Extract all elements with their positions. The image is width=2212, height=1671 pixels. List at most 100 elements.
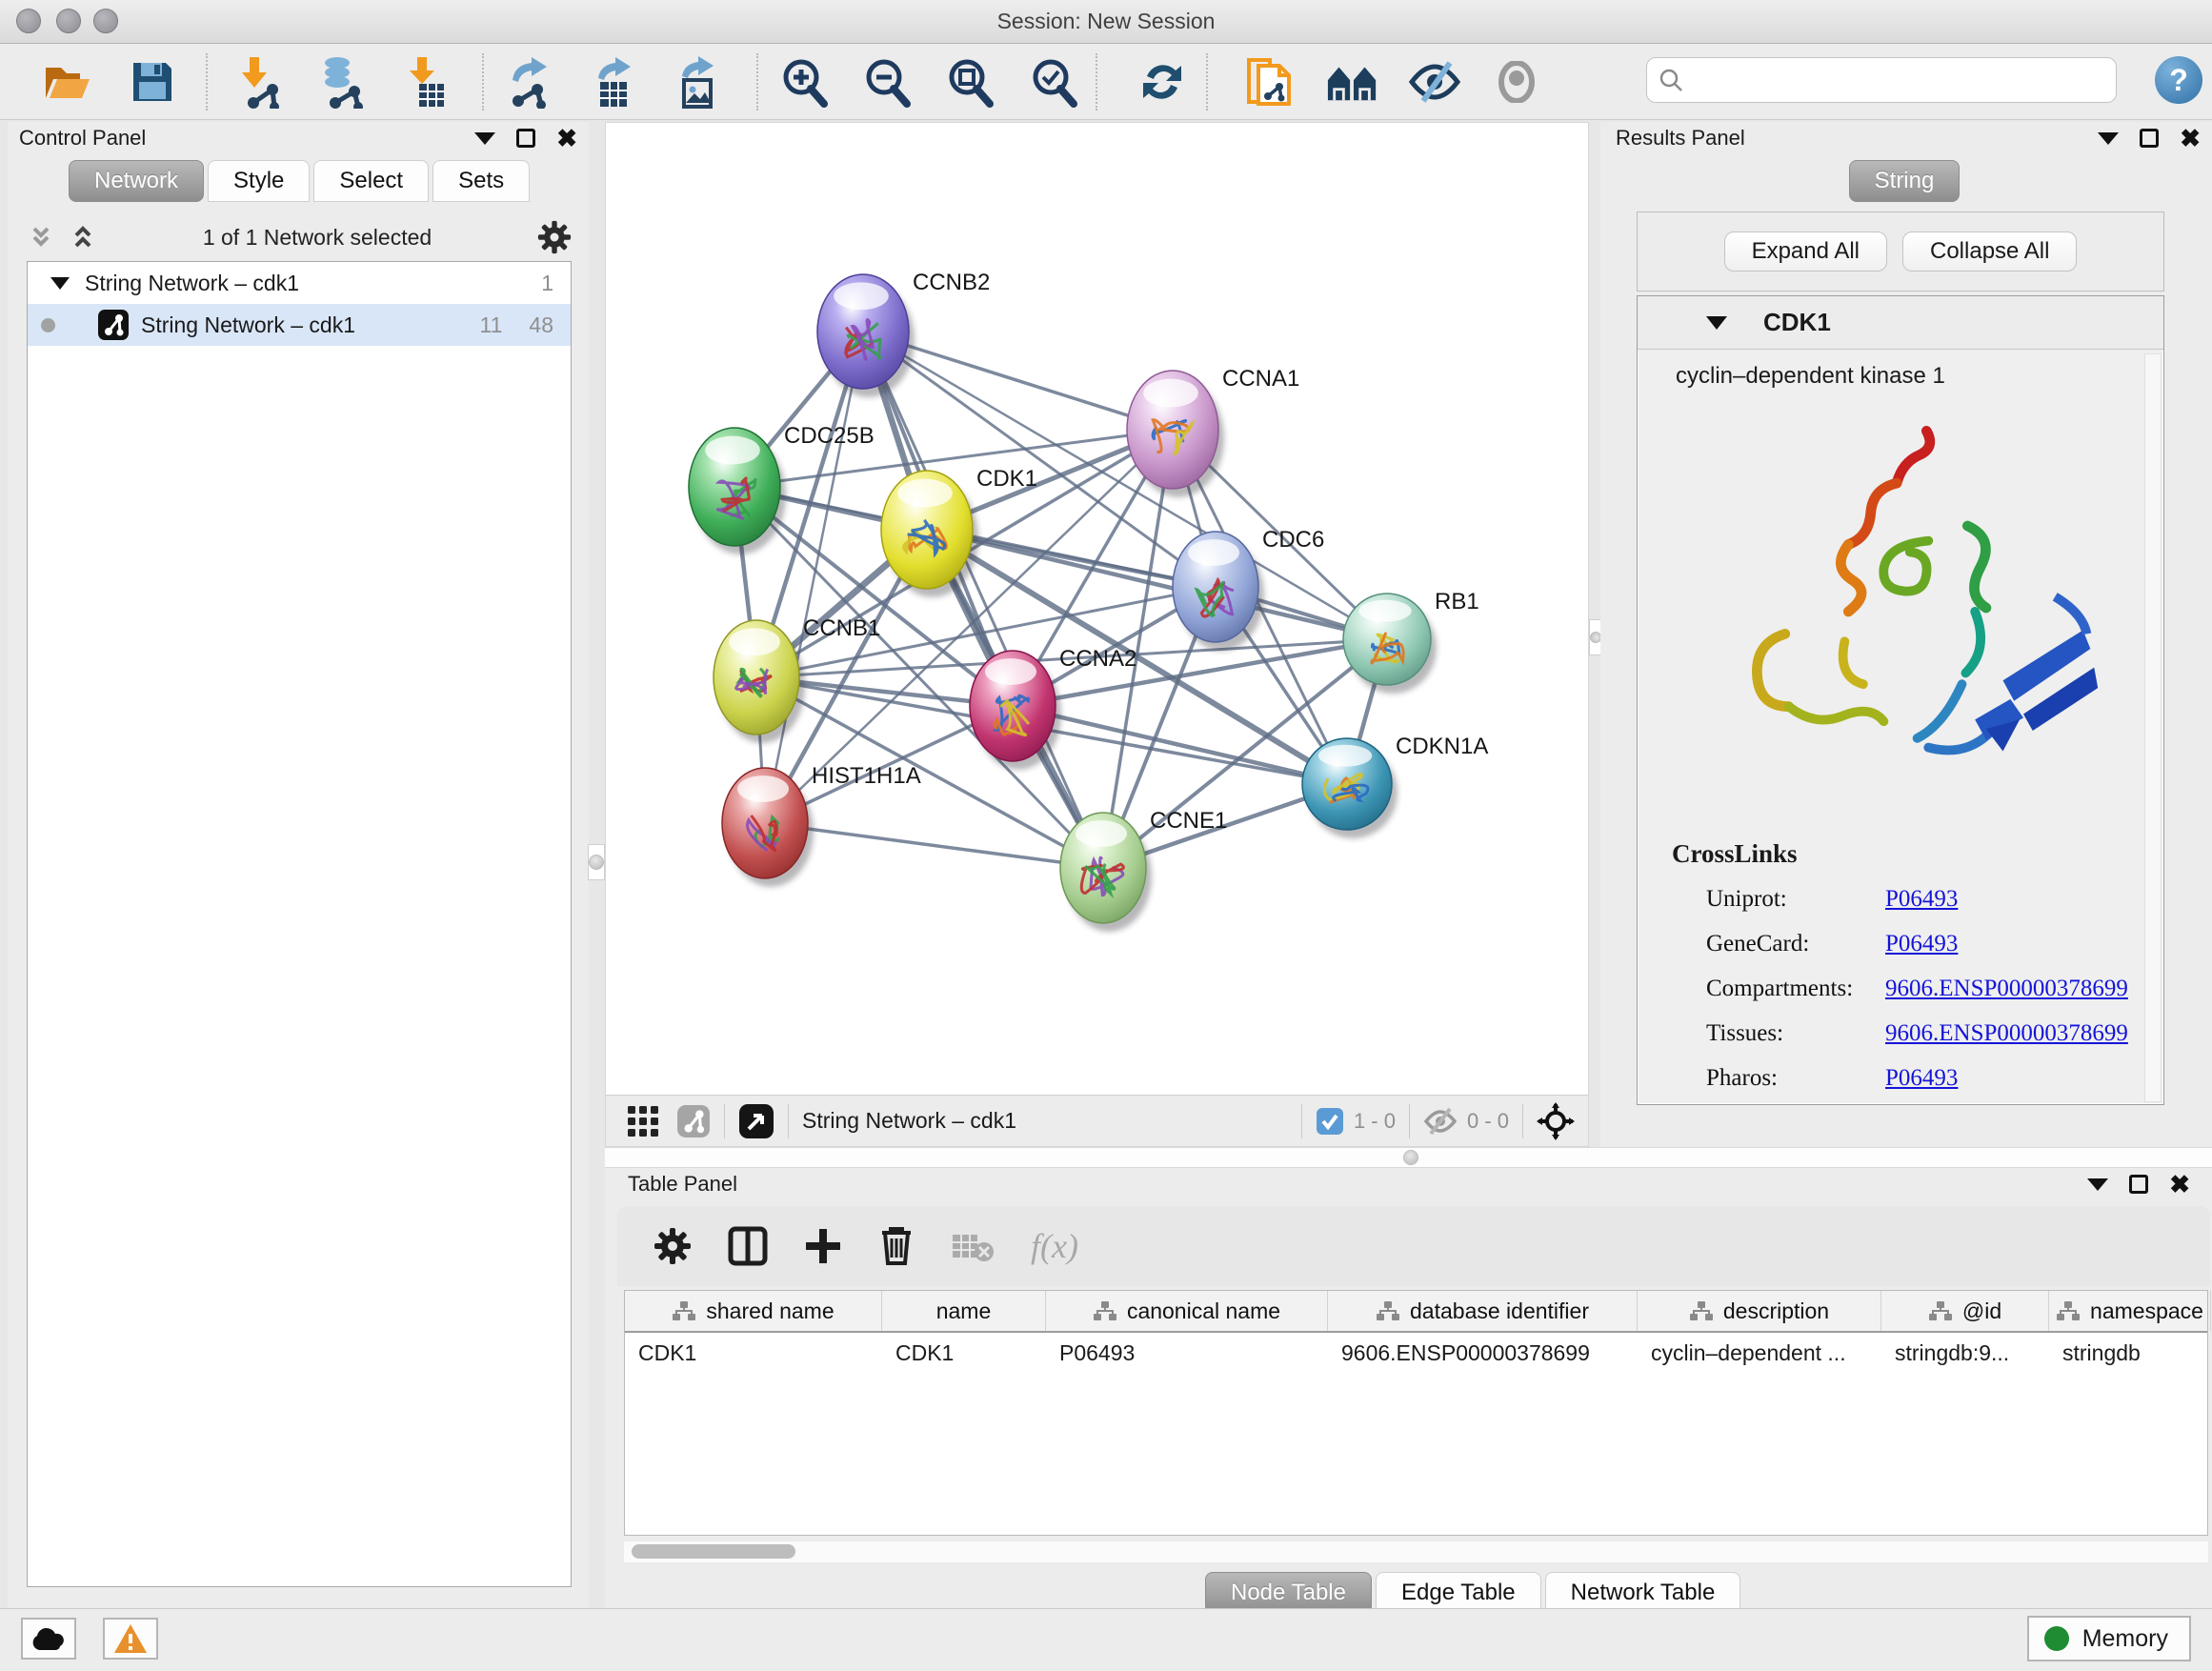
- selected-checkbox-icon[interactable]: [1316, 1107, 1344, 1136]
- cell-id[interactable]: stringdb:9...: [1881, 1340, 2049, 1366]
- network-edge-CCNA2-CDKN1A[interactable]: [1013, 706, 1347, 784]
- memory-button[interactable]: Memory: [2027, 1616, 2191, 1661]
- import-network-file-icon[interactable]: [232, 55, 286, 109]
- search-field[interactable]: [1646, 57, 2117, 103]
- network-graph-canvas[interactable]: CCNB2CCNA1CDC25BCDK1CDC6RB1CCNB1CCNA2HIS…: [606, 123, 1588, 1095]
- network-row-selected[interactable]: String Network – cdk1 11 48: [28, 304, 571, 346]
- column-header-canonical-name[interactable]: canonical name: [1046, 1291, 1328, 1331]
- annotation-file-icon[interactable]: [1242, 55, 1296, 109]
- import-network-database-icon[interactable]: [314, 55, 368, 109]
- close-panel-icon[interactable]: ✖: [2169, 1175, 2190, 1194]
- import-table-icon[interactable]: [400, 55, 453, 109]
- column-header-namespace[interactable]: namespace: [2049, 1291, 2211, 1331]
- network-node-CCNB1[interactable]: CCNB1: [714, 615, 880, 743]
- results-buttons-box: Expand All Collapse All: [1637, 211, 2164, 292]
- panel-menu-caret-icon[interactable]: [2087, 1178, 2108, 1191]
- refresh-icon[interactable]: [1136, 55, 1189, 109]
- zoom-fit-icon[interactable]: [943, 55, 996, 109]
- panel-menu-caret-icon[interactable]: [474, 132, 495, 145]
- add-column-icon[interactable]: [804, 1227, 842, 1265]
- toolbar-separator: [206, 53, 208, 111]
- share-view-icon[interactable]: [676, 1104, 711, 1138]
- column-header-name[interactable]: name: [882, 1291, 1046, 1331]
- table-hscrollbar[interactable]: [624, 1541, 2208, 1562]
- zoom-selected-icon[interactable]: [1027, 55, 1080, 109]
- tab-select[interactable]: Select: [313, 160, 429, 202]
- cloud-button[interactable]: [21, 1618, 76, 1660]
- birdseye-view-icon[interactable]: [738, 1103, 774, 1139]
- entry-expander-icon[interactable]: [1706, 316, 1727, 330]
- export-image-icon[interactable]: [671, 55, 724, 109]
- network-node-CCNA2[interactable]: CCNA2: [970, 646, 1136, 770]
- string-home-icon[interactable]: [1326, 55, 1379, 109]
- crosslink-link[interactable]: P06493: [1885, 931, 1958, 957]
- delete-column-icon[interactable]: [878, 1225, 915, 1267]
- tree-expander-icon[interactable]: [50, 277, 70, 290]
- tab-string[interactable]: String: [1849, 160, 1961, 202]
- network-node-CDKN1A[interactable]: CDKN1A: [1302, 734, 1488, 838]
- scrollbar-thumb[interactable]: [632, 1544, 795, 1559]
- collapse-all-icon[interactable]: [27, 223, 55, 252]
- hidden-eye-slash-icon[interactable]: [1423, 1107, 1458, 1136]
- crosslink-link[interactable]: 9606.ENSP00000378699: [1885, 976, 2128, 1002]
- crosslink-link[interactable]: 9606.ENSP00000378699: [1885, 1020, 2128, 1047]
- network-node-CCNB2[interactable]: CCNB2: [817, 270, 990, 397]
- crosslink-label: Compartments:: [1706, 976, 1885, 1002]
- cell-database-identifier[interactable]: 9606.ENSP00000378699: [1328, 1340, 1638, 1366]
- panel-menu-caret-icon[interactable]: [2098, 132, 2119, 145]
- tab-sets[interactable]: Sets: [432, 160, 530, 202]
- export-network-icon[interactable]: [503, 55, 556, 109]
- network-node-CDK1[interactable]: CDK1: [881, 466, 1037, 597]
- node-entry-header[interactable]: CDK1: [1638, 296, 2163, 350]
- zoom-out-icon[interactable]: [860, 55, 914, 109]
- table-row[interactable]: CDK1CDK1P064939606.ENSP00000378699cyclin…: [625, 1333, 2207, 1373]
- expand-all-icon[interactable]: [69, 223, 97, 252]
- export-table-icon[interactable]: [587, 55, 640, 109]
- collapse-all-button[interactable]: Collapse All: [1902, 232, 2077, 272]
- network-options-gear-icon[interactable]: [537, 220, 572, 254]
- column-header-id[interactable]: @id: [1881, 1291, 2049, 1331]
- cell-shared-name[interactable]: CDK1: [625, 1340, 882, 1366]
- left-splitter-handle[interactable]: [588, 844, 605, 880]
- crosslink-link[interactable]: P06493: [1885, 1065, 1958, 1092]
- expand-all-button[interactable]: Expand All: [1724, 232, 1887, 272]
- column-header-description[interactable]: description: [1638, 1291, 1881, 1331]
- open-file-icon[interactable]: [40, 55, 93, 109]
- show-eye-icon[interactable]: [1490, 55, 1543, 109]
- network-node-HIST1H1A[interactable]: HIST1H1A: [722, 763, 921, 887]
- grid-view-icon[interactable]: [627, 1105, 659, 1137]
- float-panel-icon[interactable]: [2129, 1175, 2148, 1194]
- zoom-in-icon[interactable]: [777, 55, 831, 109]
- network-collection-row[interactable]: String Network – cdk1 1: [28, 262, 571, 304]
- column-header-database-identifier[interactable]: database identifier: [1328, 1291, 1638, 1331]
- cell-name[interactable]: CDK1: [882, 1340, 1046, 1366]
- hide-panels-glasses-icon[interactable]: [1408, 55, 1461, 109]
- network-node-RB1[interactable]: RB1: [1343, 589, 1479, 694]
- search-input[interactable]: [1693, 68, 2104, 92]
- close-panel-icon[interactable]: ✖: [2180, 129, 2201, 148]
- crosslink-row: Pharos:P06493: [1706, 1065, 2163, 1092]
- tab-network[interactable]: Network: [69, 160, 204, 202]
- tab-style[interactable]: Style: [208, 160, 310, 202]
- show-columns-icon[interactable]: [728, 1226, 768, 1266]
- close-panel-icon[interactable]: ✖: [556, 129, 577, 148]
- float-panel-icon[interactable]: [2140, 129, 2159, 148]
- statusbar-separator: [788, 1104, 789, 1138]
- network-edge-CCNE1-HIST1H1A[interactable]: [765, 823, 1103, 868]
- cell-description[interactable]: cyclin–dependent ...: [1638, 1340, 1881, 1366]
- network-node-CCNE1[interactable]: CCNE1: [1060, 808, 1227, 932]
- results-scrollbar[interactable]: [2144, 353, 2162, 1102]
- float-panel-icon[interactable]: [516, 129, 535, 148]
- network-node-CCNA1[interactable]: CCNA1: [1127, 366, 1299, 497]
- warning-button[interactable]: [103, 1618, 158, 1660]
- crosslink-link[interactable]: P06493: [1885, 886, 1958, 913]
- table-options-gear-icon[interactable]: [654, 1227, 692, 1265]
- cell-canonical-name[interactable]: P06493: [1046, 1340, 1328, 1366]
- horizontal-splitter[interactable]: [605, 1147, 2212, 1168]
- help-button[interactable]: ?: [2155, 56, 2202, 104]
- statusbar-separator: [1301, 1104, 1302, 1138]
- fit-crosshair-icon[interactable]: [1537, 1102, 1575, 1140]
- cell-namespace[interactable]: stringdb: [2049, 1340, 2211, 1366]
- column-header-shared-name[interactable]: shared name: [625, 1291, 882, 1331]
- save-session-icon[interactable]: [126, 55, 179, 109]
